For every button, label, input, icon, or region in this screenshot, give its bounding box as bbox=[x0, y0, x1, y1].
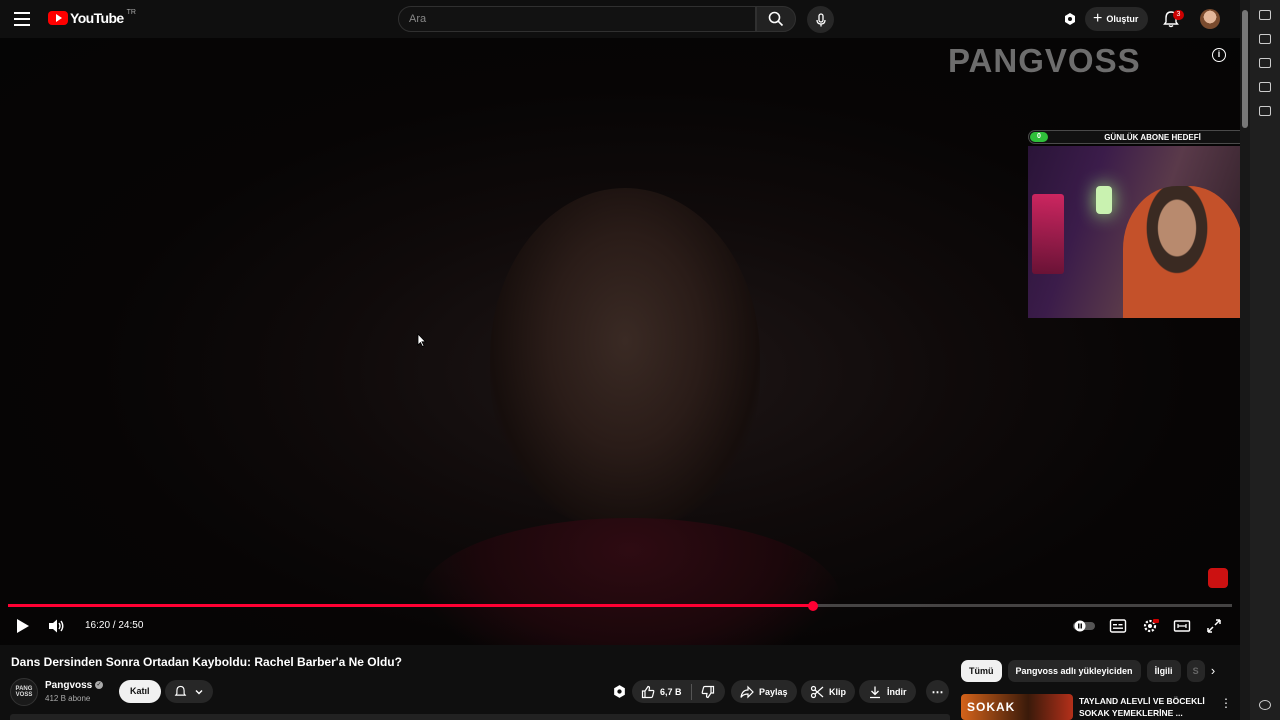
info-icon[interactable]: i bbox=[1212, 48, 1226, 62]
webcam-streamer bbox=[1123, 186, 1240, 318]
autoplay-toggle-icon[interactable] bbox=[1072, 618, 1096, 634]
voice-search-button[interactable] bbox=[807, 6, 834, 33]
goal-label: GÜNLÜK ABONE HEDEFİ bbox=[1104, 132, 1201, 142]
hamburger-menu-icon[interactable] bbox=[14, 9, 34, 29]
settings-gear-icon[interactable] bbox=[1141, 618, 1159, 634]
like-dislike-group: 6,7 B bbox=[632, 680, 725, 703]
download-button[interactable]: İndir bbox=[859, 680, 916, 703]
scissors-icon bbox=[810, 685, 824, 698]
theater-mode-icon[interactable] bbox=[1173, 618, 1191, 634]
extension-icon[interactable] bbox=[1061, 10, 1079, 28]
play-icon[interactable] bbox=[14, 618, 32, 634]
channel-avatar[interactable]: PANG VOSS bbox=[10, 678, 38, 706]
goal-current: 0 bbox=[1030, 132, 1048, 142]
fullscreen-icon[interactable] bbox=[1205, 618, 1223, 634]
bell-icon bbox=[174, 685, 187, 696]
webcam-overlay bbox=[1028, 146, 1240, 318]
like-divider bbox=[690, 683, 692, 700]
search-icon bbox=[768, 11, 784, 27]
progress-bar-fill bbox=[8, 604, 814, 607]
chevron-right-icon[interactable]: › bbox=[1206, 664, 1220, 678]
like-count: 6,7 B bbox=[660, 686, 682, 697]
side-panel-chat-icon[interactable] bbox=[1259, 34, 1271, 44]
progress-bar[interactable] bbox=[8, 600, 1232, 611]
extension-action-icon[interactable] bbox=[612, 684, 627, 699]
download-label: İndir bbox=[887, 686, 907, 697]
clip-button[interactable]: Klip bbox=[801, 680, 855, 703]
recommendation-chips: Tümü Pangvoss adlı yükleyiciden İlgili S bbox=[961, 660, 1205, 682]
video-frame-face bbox=[490, 188, 760, 528]
recommendation-thumbnail[interactable]: SOKAK bbox=[961, 694, 1073, 720]
video-title: Dans Dersinden Sonra Ortadan Kayboldu: R… bbox=[11, 655, 402, 669]
time-display: 16:20 / 24:50 bbox=[85, 620, 144, 631]
join-button[interactable]: Katıl bbox=[119, 680, 161, 703]
subscriber-count: 412 B abone bbox=[45, 694, 91, 703]
like-icon[interactable] bbox=[641, 685, 655, 699]
webcam-lamp bbox=[1096, 186, 1112, 214]
side-panel-reading-icon[interactable] bbox=[1259, 106, 1271, 116]
plus-icon: + bbox=[1093, 10, 1103, 27]
chevron-down-icon bbox=[195, 689, 203, 694]
mouse-cursor-icon bbox=[417, 333, 427, 347]
subtitles-icon[interactable] bbox=[1109, 618, 1127, 634]
more-vertical-icon[interactable]: ⋮ bbox=[1220, 696, 1232, 710]
progress-scrubber[interactable] bbox=[808, 600, 819, 611]
scrollbar-thumb[interactable] bbox=[1242, 10, 1248, 128]
chip-related[interactable]: İlgili bbox=[1146, 660, 1181, 682]
search-button[interactable] bbox=[756, 6, 796, 32]
webcam-pc-lights bbox=[1032, 194, 1064, 274]
youtube-play-icon bbox=[48, 11, 68, 25]
microphone-icon bbox=[815, 12, 826, 26]
share-label: Paylaş bbox=[759, 686, 788, 697]
chip-partial[interactable]: S bbox=[1186, 660, 1205, 682]
subscription-notifications-button[interactable] bbox=[165, 680, 213, 703]
account-avatar[interactable] bbox=[1200, 9, 1220, 29]
subscriber-goal-bar: 0 GÜNLÜK ABONE HEDEFİ 6 bbox=[1028, 130, 1240, 144]
side-panel-notes-icon[interactable] bbox=[1259, 82, 1271, 92]
logo-country-code: TR bbox=[126, 8, 136, 16]
description-box[interactable] bbox=[10, 714, 950, 720]
more-horizontal-icon: ⋯ bbox=[931, 684, 944, 699]
player-controls: 16:20 / 24:50 bbox=[0, 612, 1240, 640]
notification-count-badge: 3 bbox=[1173, 10, 1184, 20]
youtube-logo[interactable]: YouTube TR bbox=[48, 8, 136, 26]
share-icon bbox=[740, 685, 754, 698]
side-panel-wallet-icon[interactable] bbox=[1259, 58, 1271, 68]
verified-badge-icon: ✓ bbox=[95, 681, 103, 689]
recommendation-title[interactable]: TAYLAND ALEVLİ VE BÖCEKLİ SOKAK YEMEKLER… bbox=[1079, 695, 1214, 719]
clip-label: Klip bbox=[829, 686, 846, 697]
side-panel-settings-icon[interactable] bbox=[1259, 700, 1271, 710]
volume-icon[interactable] bbox=[47, 618, 65, 634]
chip-all[interactable]: Tümü bbox=[961, 660, 1002, 682]
share-button[interactable]: Paylaş bbox=[731, 680, 797, 703]
more-actions-button[interactable]: ⋯ bbox=[926, 680, 949, 703]
dislike-icon[interactable] bbox=[701, 685, 715, 699]
channel-watermark: PANGVOSS bbox=[948, 42, 1141, 79]
side-panel-extension-icon[interactable] bbox=[1259, 10, 1271, 20]
logo-text: YouTube bbox=[70, 10, 124, 26]
create-button[interactable]: + Oluştur bbox=[1085, 7, 1149, 31]
corner-logo-icon bbox=[1208, 568, 1228, 588]
top-bar: YouTube TR Ara + Oluştur 3 bbox=[0, 0, 1240, 38]
chip-from-uploader[interactable]: Pangvoss adlı yükleyiciden bbox=[1007, 660, 1141, 682]
channel-name[interactable]: Pangvoss bbox=[45, 680, 92, 691]
create-label: Oluştur bbox=[1106, 14, 1139, 24]
video-player[interactable]: PANGVOSS i 0 GÜNLÜK ABONE HEDEFİ 6 bbox=[0, 38, 1240, 645]
download-icon bbox=[870, 686, 880, 698]
search-input[interactable]: Ara bbox=[398, 6, 756, 32]
